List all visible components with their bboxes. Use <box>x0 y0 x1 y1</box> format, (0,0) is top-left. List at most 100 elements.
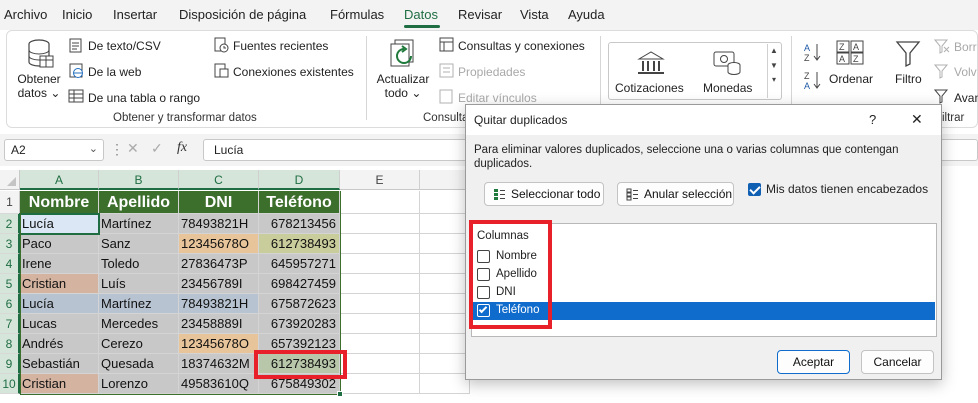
cell[interactable] <box>340 294 420 314</box>
row-header[interactable]: 10 <box>0 374 20 394</box>
menu-disposicion[interactable]: Disposición de página <box>179 7 306 22</box>
cell[interactable] <box>420 214 470 234</box>
existing-connections-icon <box>214 63 229 78</box>
row-header[interactable]: 5 <box>0 274 20 294</box>
fill-handle[interactable] <box>337 391 343 397</box>
filter-button[interactable]: Filtro <box>895 72 922 86</box>
cell[interactable] <box>340 274 420 294</box>
cell[interactable] <box>420 274 470 294</box>
dialog-title: Quitar duplicados <box>474 113 568 127</box>
refresh-all-button[interactable]: Actualizar todo ⌄ <box>374 72 432 100</box>
cell[interactable] <box>340 354 420 374</box>
close-icon[interactable]: ✕ <box>911 111 923 128</box>
has-headers-checkbox[interactable] <box>748 183 761 196</box>
existing-connections-button[interactable]: Conexiones existentes <box>233 65 354 79</box>
row-header[interactable]: 6 <box>0 294 20 314</box>
row-header[interactable]: 1 <box>0 191 20 214</box>
obtener-datos-button[interactable]: Obtener datos ⌄ <box>16 72 62 100</box>
row-header[interactable]: 8 <box>0 334 20 354</box>
row-header[interactable]: 9 <box>0 354 20 374</box>
cell[interactable] <box>420 294 470 314</box>
cell[interactable] <box>420 354 470 374</box>
properties-button[interactable]: Propiedades <box>458 65 525 79</box>
cell[interactable] <box>340 314 420 334</box>
advanced-filter-button[interactable]: Avan <box>954 91 978 105</box>
gallery-down-icon[interactable]: ▼ <box>768 61 780 70</box>
unselect-all-button[interactable]: Anular selección <box>617 182 734 206</box>
reapply-button[interactable]: Volv <box>954 65 977 79</box>
menu-revisar[interactable]: Revisar <box>458 7 502 22</box>
properties-icon <box>439 63 454 78</box>
menu-inicio[interactable]: Inicio <box>62 7 92 22</box>
cell[interactable] <box>340 234 420 254</box>
row-header[interactable]: 4 <box>0 254 20 274</box>
unselect-all-icon <box>626 188 638 201</box>
cancel-icon[interactable]: ✕ <box>127 140 139 157</box>
cell[interactable] <box>340 374 420 394</box>
web-icon <box>69 63 83 78</box>
actualizar-label: Actualizar <box>376 72 430 86</box>
gallery-up-icon[interactable]: ▲ <box>768 46 780 55</box>
recent-sources-icon <box>214 37 229 53</box>
cell[interactable] <box>340 254 420 274</box>
chevron-down-icon[interactable]: ⌄ <box>89 142 98 155</box>
select-all-corner[interactable] <box>0 170 20 190</box>
select-all-button[interactable]: Seleccionar todo <box>484 182 604 206</box>
column-header-d[interactable]: D <box>259 170 340 190</box>
column-header-f[interactable] <box>420 170 470 190</box>
menu-formulas[interactable]: Fórmulas <box>330 7 384 22</box>
sort-icon: Z A A Z <box>836 40 864 65</box>
cell[interactable] <box>420 254 470 274</box>
row-header[interactable]: 3 <box>0 234 20 254</box>
from-web-button[interactable]: De la web <box>88 65 141 79</box>
ok-button[interactable]: Aceptar <box>777 350 850 374</box>
enter-icon[interactable]: ✓ <box>151 140 163 157</box>
sort-az-icon: AZ <box>804 43 821 62</box>
stocks-button[interactable]: Cotizaciones <box>615 81 684 95</box>
sort-button[interactable]: Ordenar <box>829 72 873 86</box>
column-header-a[interactable]: A <box>20 170 99 190</box>
filter-icon <box>895 41 921 68</box>
clear-filter-button[interactable]: Borr <box>954 40 977 54</box>
menu-insertar[interactable]: Insertar <box>113 7 157 22</box>
currencies-button[interactable]: Monedas <box>703 81 752 95</box>
cell[interactable] <box>420 374 470 394</box>
help-button[interactable]: ? <box>869 112 876 127</box>
column-header-e[interactable]: E <box>340 170 420 190</box>
dialog-description: Para eliminar valores duplicados, selecc… <box>474 144 899 170</box>
cell[interactable] <box>420 334 470 354</box>
currencies-icon <box>713 51 741 75</box>
menu-vista[interactable]: Vista <box>520 7 549 22</box>
column-header-c[interactable]: C <box>179 170 259 190</box>
cell[interactable] <box>420 234 470 254</box>
name-box[interactable]: A2 ⌄ <box>4 139 104 161</box>
table-icon <box>68 89 84 103</box>
cell[interactable] <box>420 314 470 334</box>
cell[interactable] <box>340 214 420 234</box>
menu-archivo[interactable]: Archivo <box>4 7 47 22</box>
row-header[interactable]: 2 <box>0 214 20 234</box>
svg-text:A: A <box>804 43 810 53</box>
gallery-scroll[interactable]: ▲ ▼ ▾ <box>767 44 780 98</box>
fx-icon[interactable]: fx <box>177 140 187 156</box>
column-header-b[interactable]: B <box>99 170 179 190</box>
recent-sources-button[interactable]: Fuentes recientes <box>233 39 328 53</box>
refresh-all-icon <box>390 39 414 67</box>
from-text-button[interactable]: De texto/CSV <box>88 39 161 53</box>
svg-text:Z: Z <box>839 42 845 52</box>
cell[interactable] <box>420 191 470 214</box>
sort-za-icon: ZA <box>804 71 821 90</box>
menu-ayuda[interactable]: Ayuda <box>568 7 605 22</box>
queries-connections-button[interactable]: Consultas y conexiones <box>458 39 585 53</box>
duplicate-highlight-box <box>254 350 347 379</box>
text-file-icon <box>69 38 82 53</box>
edit-links-button[interactable]: Editar vínculos <box>458 91 537 105</box>
more-options-icon[interactable]: ⋮ <box>110 141 124 158</box>
cell[interactable] <box>340 334 420 354</box>
menu-datos[interactable]: Datos <box>404 7 438 22</box>
from-table-button[interactable]: De una tabla o rango <box>88 91 200 105</box>
cancel-button[interactable]: Cancelar <box>861 350 934 374</box>
cell[interactable] <box>340 191 420 214</box>
gallery-more-icon[interactable]: ▾ <box>768 75 780 84</box>
row-header[interactable]: 7 <box>0 314 20 334</box>
